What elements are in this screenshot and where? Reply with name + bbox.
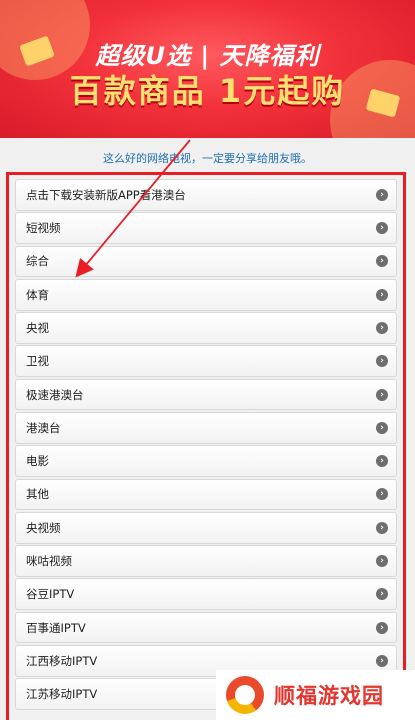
list-item[interactable]: 短视频 ›: [15, 212, 397, 244]
chevron-right-icon: ›: [376, 654, 388, 667]
chevron-right-icon: ›: [376, 255, 388, 268]
chevron-right-icon: ›: [376, 222, 388, 235]
item-label: 卫视: [26, 354, 49, 369]
list-item[interactable]: 其他 ›: [15, 478, 397, 511]
chevron-right-icon: ›: [376, 554, 388, 567]
chevron-right-icon: ›: [376, 421, 388, 434]
item-label: 咪咕视频: [26, 553, 72, 568]
chevron-right-icon: ›: [376, 188, 388, 201]
item-label: 综合: [26, 254, 49, 269]
site-watermark: 顺福游戏园: [216, 670, 415, 720]
chevron-right-icon: ›: [376, 355, 388, 368]
item-label: 央视: [26, 320, 49, 335]
item-label: 点击下载安装新版APP看港澳台: [26, 187, 186, 202]
list-item[interactable]: 咪咕视频 ›: [15, 545, 397, 577]
channel-list-highlight: 点击下载安装新版APP看港澳台 › 短视频 › 综合 › 体育 › 央视 › 卫视 › 极速…: [6, 172, 406, 720]
item-label: 江西移动IPTV: [26, 653, 98, 668]
share-intro-text: 这么好的网络电视，一定要分享给朋友哦。: [103, 152, 312, 165]
item-label: 江苏移动IPTV: [26, 687, 98, 702]
list-item[interactable]: 卫视 ›: [15, 345, 397, 378]
list-item[interactable]: 电影 ›: [15, 445, 397, 477]
chevron-right-icon: ›: [376, 288, 388, 301]
chevron-right-icon: ›: [376, 455, 388, 468]
item-label: 其他: [26, 487, 49, 502]
list-item[interactable]: 点击下载安装新版APP看港澳台 ›: [15, 179, 397, 211]
list-item[interactable]: 综合 ›: [15, 245, 397, 278]
watermark-text: 顺福游戏园: [274, 684, 384, 708]
banner-subheadline: 百款商品 1元起购: [69, 72, 346, 110]
chevron-right-icon: ›: [376, 621, 388, 634]
list-item[interactable]: 港澳台 ›: [15, 411, 397, 444]
list-item[interactable]: 央视 ›: [15, 312, 397, 344]
chevron-right-icon: ›: [376, 488, 388, 501]
list-item[interactable]: 百事通IPTV ›: [15, 611, 397, 644]
channel-list: 点击下载安装新版APP看港澳台 › 短视频 › 综合 › 体育 › 央视 › 卫视 › 极速…: [15, 179, 397, 712]
item-label: 谷豆IPTV: [26, 587, 75, 602]
chevron-right-icon: ›: [376, 521, 388, 534]
list-item[interactable]: 央视频 ›: [15, 511, 397, 544]
item-label: 央视频: [26, 520, 61, 535]
list-item[interactable]: 体育 ›: [15, 278, 397, 311]
watermark-logo-icon: [226, 676, 264, 714]
chevron-right-icon: ›: [376, 388, 388, 401]
chevron-right-icon: ›: [376, 321, 388, 334]
list-item[interactable]: 极速港澳台 ›: [15, 378, 397, 411]
chevron-right-icon: ›: [376, 588, 388, 601]
item-label: 电影: [26, 454, 49, 469]
item-label: 百事通IPTV: [26, 620, 86, 635]
item-label: 港澳台: [26, 420, 61, 435]
item-label: 体育: [26, 287, 49, 302]
item-label: 极速港澳台: [26, 387, 84, 402]
item-label: 短视频: [26, 221, 61, 236]
list-item[interactable]: 谷豆IPTV ›: [15, 578, 397, 611]
promo-banner[interactable]: 超级U选 | 天降福利 百款商品 1元起购: [0, 0, 415, 138]
